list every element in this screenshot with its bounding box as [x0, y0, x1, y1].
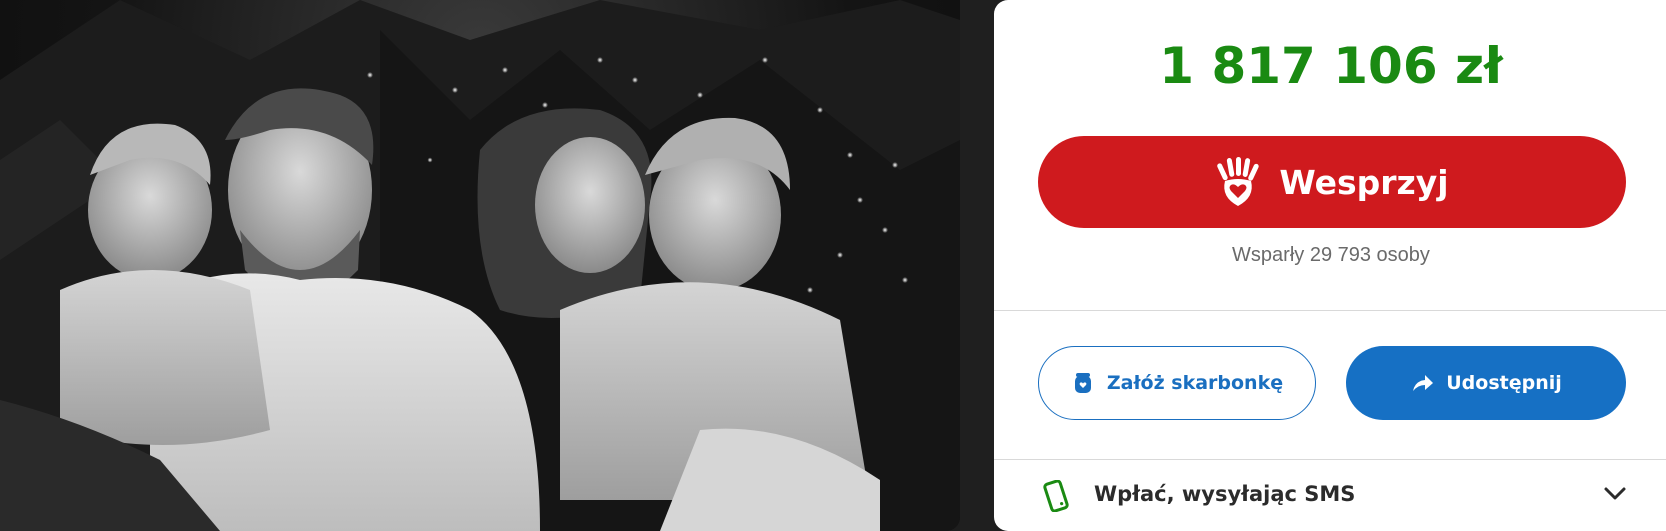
donation-card: 1 817 106 zł Wesprzyj Wsparły 29 793 oso… — [994, 0, 1666, 531]
support-button[interactable]: Wesprzyj — [1038, 136, 1626, 228]
support-button-label: Wesprzyj — [1279, 162, 1449, 202]
phone-icon — [1043, 480, 1069, 512]
fundraiser-page: 1 817 106 zł Wesprzyj Wsparły 29 793 oso… — [0, 0, 1666, 531]
collected-amount: 1 817 106 zł — [1159, 37, 1503, 95]
campaign-photo — [0, 0, 960, 531]
divider — [994, 310, 1666, 311]
share-arrow-icon — [1413, 375, 1434, 391]
share-button[interactable]: Udostępnij — [1346, 346, 1626, 420]
piggybank-icon — [1074, 373, 1091, 393]
share-button-label: Udostępnij — [1446, 372, 1562, 394]
create-piggybank-button[interactable]: Załóż skarbonkę — [1038, 346, 1316, 420]
sms-payment-toggle[interactable]: Wpłać, wysyłając SMS — [994, 460, 1666, 531]
piggybank-button-label: Załóż skarbonkę — [1106, 372, 1284, 394]
supporters-count: Wsparły 29 793 osoby — [1232, 244, 1430, 266]
chevron-down-icon — [1604, 487, 1626, 500]
heart-hand-icon — [1217, 157, 1260, 206]
layout-gap — [960, 0, 994, 531]
sms-payment-label: Wpłać, wysyłając SMS — [1094, 482, 1356, 506]
